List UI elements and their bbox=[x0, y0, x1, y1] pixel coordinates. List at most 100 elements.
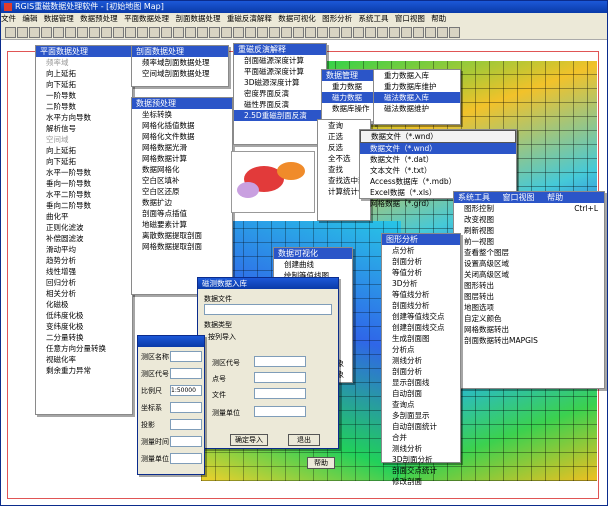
menu-profile[interactable]: 剖面数据处理 bbox=[175, 14, 220, 23]
preprocess-item[interactable]: 离散数据提取剖面 bbox=[132, 230, 232, 241]
import-item[interactable]: 重力数据入库 bbox=[374, 70, 460, 81]
exit-button[interactable]: 退出 bbox=[288, 434, 320, 446]
visual-item[interactable]: 创建曲线 bbox=[274, 259, 352, 270]
help-button[interactable]: 帮助 bbox=[307, 457, 335, 469]
system-item[interactable]: 图形转出 bbox=[454, 280, 604, 291]
toolbar-button[interactable] bbox=[29, 27, 40, 38]
plane-item[interactable]: 回归分析 bbox=[36, 277, 132, 288]
plane-item[interactable]: 曲化平 bbox=[36, 211, 132, 222]
menu-visual[interactable]: 数据可视化 bbox=[278, 14, 316, 23]
analysis-item[interactable]: 剖面分析 bbox=[382, 366, 460, 377]
analysis-item[interactable]: 显示剖面线 bbox=[382, 377, 460, 388]
preprocess-item[interactable]: 网格化插值数据 bbox=[132, 120, 232, 131]
toolbar-button[interactable] bbox=[317, 27, 328, 38]
plane-item[interactable]: 线性增强 bbox=[36, 266, 132, 277]
analysis-item[interactable]: 多剖面显示 bbox=[382, 410, 460, 421]
toolbar-button[interactable] bbox=[281, 27, 292, 38]
point-input[interactable] bbox=[254, 372, 306, 383]
plane-item[interactable]: 变纬度化极 bbox=[36, 321, 132, 332]
system-item[interactable]: 查看整个图层 bbox=[454, 247, 604, 258]
toolbar-button[interactable] bbox=[437, 27, 448, 38]
inversion-item[interactable]: 密度界面反演 bbox=[234, 88, 326, 99]
inversion-item[interactable]: 平面磁源深度计算 bbox=[234, 66, 326, 77]
confirm-import-button[interactable]: 确定导入 bbox=[230, 434, 268, 446]
toolbar-button[interactable] bbox=[425, 27, 436, 38]
system-item[interactable]: 前一视图 bbox=[454, 236, 604, 247]
menu-file[interactable]: 文件 bbox=[1, 14, 16, 23]
toolbar-button[interactable] bbox=[365, 27, 376, 38]
toolbar-button[interactable] bbox=[341, 27, 352, 38]
system-item[interactable]: 地图选项 bbox=[454, 302, 604, 313]
window-view-title[interactable]: 窗口视图 bbox=[503, 193, 535, 202]
toolbar-button[interactable] bbox=[65, 27, 76, 38]
toolbar-button[interactable] bbox=[53, 27, 64, 38]
toolbar-button[interactable] bbox=[125, 27, 136, 38]
toolbar-button[interactable] bbox=[233, 27, 244, 38]
toolbar-button[interactable] bbox=[413, 27, 424, 38]
toolbar-button[interactable] bbox=[329, 27, 340, 38]
plane-item[interactable]: 水平方向导数 bbox=[36, 112, 132, 123]
toolbar-button[interactable] bbox=[17, 27, 28, 38]
plane-item[interactable]: 空间域 bbox=[36, 134, 132, 145]
inversion-item[interactable]: 3D磁源深度计算 bbox=[234, 77, 326, 88]
plane-item[interactable]: 低纬度化极 bbox=[36, 310, 132, 321]
radio-by-column[interactable]: 按列导入 bbox=[208, 332, 236, 342]
menu-system[interactable]: 系统工具 bbox=[359, 14, 389, 23]
analysis-item[interactable]: 等值分析 bbox=[382, 267, 460, 278]
plane-item[interactable]: 二分量转换 bbox=[36, 332, 132, 343]
analysis-item[interactable]: 测线分析 bbox=[382, 355, 460, 366]
plane-item[interactable]: 向下延拓 bbox=[36, 156, 132, 167]
survey-info-field[interactable] bbox=[170, 436, 202, 447]
plane-item[interactable]: 正则化滤波 bbox=[36, 222, 132, 233]
toolbar-button[interactable] bbox=[353, 27, 364, 38]
analysis-item[interactable]: 测线分析 bbox=[382, 443, 460, 454]
toolbar-button[interactable] bbox=[137, 27, 148, 38]
plane-item[interactable]: 频率域 bbox=[36, 57, 132, 68]
preprocess-item[interactable]: 网格数据光滑 bbox=[132, 142, 232, 153]
analysis-item[interactable]: 3D分析 bbox=[382, 278, 460, 289]
system-item[interactable]: 图形控制 Ctrl+L bbox=[454, 203, 604, 214]
inversion-item[interactable]: 磁性界面反演 bbox=[234, 99, 326, 110]
plane-item[interactable]: 水平二阶导数 bbox=[36, 189, 132, 200]
toolbar-button[interactable] bbox=[293, 27, 304, 38]
system-item[interactable]: 网格数据转出 bbox=[454, 324, 604, 335]
analysis-item[interactable]: 合并 bbox=[382, 432, 460, 443]
plane-item[interactable]: 任意方向分量转换 bbox=[36, 343, 132, 354]
toolbar-button[interactable] bbox=[113, 27, 124, 38]
menu-edit[interactable]: 编辑 bbox=[22, 14, 37, 23]
preprocess-item[interactable]: 地磁要素计算 bbox=[132, 219, 232, 230]
plane-item[interactable]: 垂向一阶导数 bbox=[36, 178, 132, 189]
inversion-item[interactable]: 剖面磁源深度计算 bbox=[234, 55, 326, 66]
help-title[interactable]: 帮助 bbox=[547, 193, 563, 202]
analysis-item[interactable]: 剖面线分析 bbox=[382, 300, 460, 311]
analysis-item[interactable]: 分析点 bbox=[382, 344, 460, 355]
analysis-item[interactable]: 修改剖面 bbox=[382, 476, 460, 487]
file-format-item[interactable]: Access数据库（*.mdb） bbox=[360, 176, 516, 187]
preprocess-item[interactable]: 数据网格化 bbox=[132, 164, 232, 175]
toolbar-button[interactable] bbox=[161, 27, 172, 38]
system-item[interactable]: 设置高级区域 bbox=[454, 258, 604, 269]
preprocess-item[interactable]: 数据扩边 bbox=[132, 197, 232, 208]
toolbar-button[interactable] bbox=[269, 27, 280, 38]
toolbar-button[interactable] bbox=[5, 27, 16, 38]
plane-item[interactable]: 相关分析 bbox=[36, 288, 132, 299]
profile-item-space[interactable]: 空间域剖面数据处理 bbox=[132, 68, 228, 79]
system-item[interactable]: 改变视图 bbox=[454, 214, 604, 225]
datamgr-item-db[interactable]: 数据库操作 bbox=[322, 103, 374, 114]
system-item[interactable]: 自定义颜色 bbox=[454, 313, 604, 324]
datamgr-item-magnetic[interactable]: 磁力数据 bbox=[322, 92, 374, 103]
analysis-item[interactable]: 剖面交点统计 bbox=[382, 465, 460, 476]
toolbar-button[interactable] bbox=[221, 27, 232, 38]
analysis-item[interactable]: 自动剖面 bbox=[382, 388, 460, 399]
import-item[interactable]: 重力数据库维护 bbox=[374, 81, 460, 92]
data-file-input[interactable] bbox=[204, 304, 332, 315]
preprocess-item[interactable]: 网格数据提取剖面 bbox=[132, 241, 232, 252]
analysis-item[interactable]: 创建剖面线交点 bbox=[382, 322, 460, 333]
system-item[interactable]: 图层转出 bbox=[454, 291, 604, 302]
plane-item[interactable]: 向上延拓 bbox=[36, 68, 132, 79]
preprocess-item[interactable]: 网格数据计算 bbox=[132, 153, 232, 164]
preprocess-item[interactable]: 网格化文件数据 bbox=[132, 131, 232, 142]
analysis-item[interactable]: 点分析 bbox=[382, 245, 460, 256]
datamgr-item-gravity[interactable]: 重力数据 bbox=[322, 81, 374, 92]
system-title[interactable]: 系统工具 bbox=[458, 193, 490, 202]
